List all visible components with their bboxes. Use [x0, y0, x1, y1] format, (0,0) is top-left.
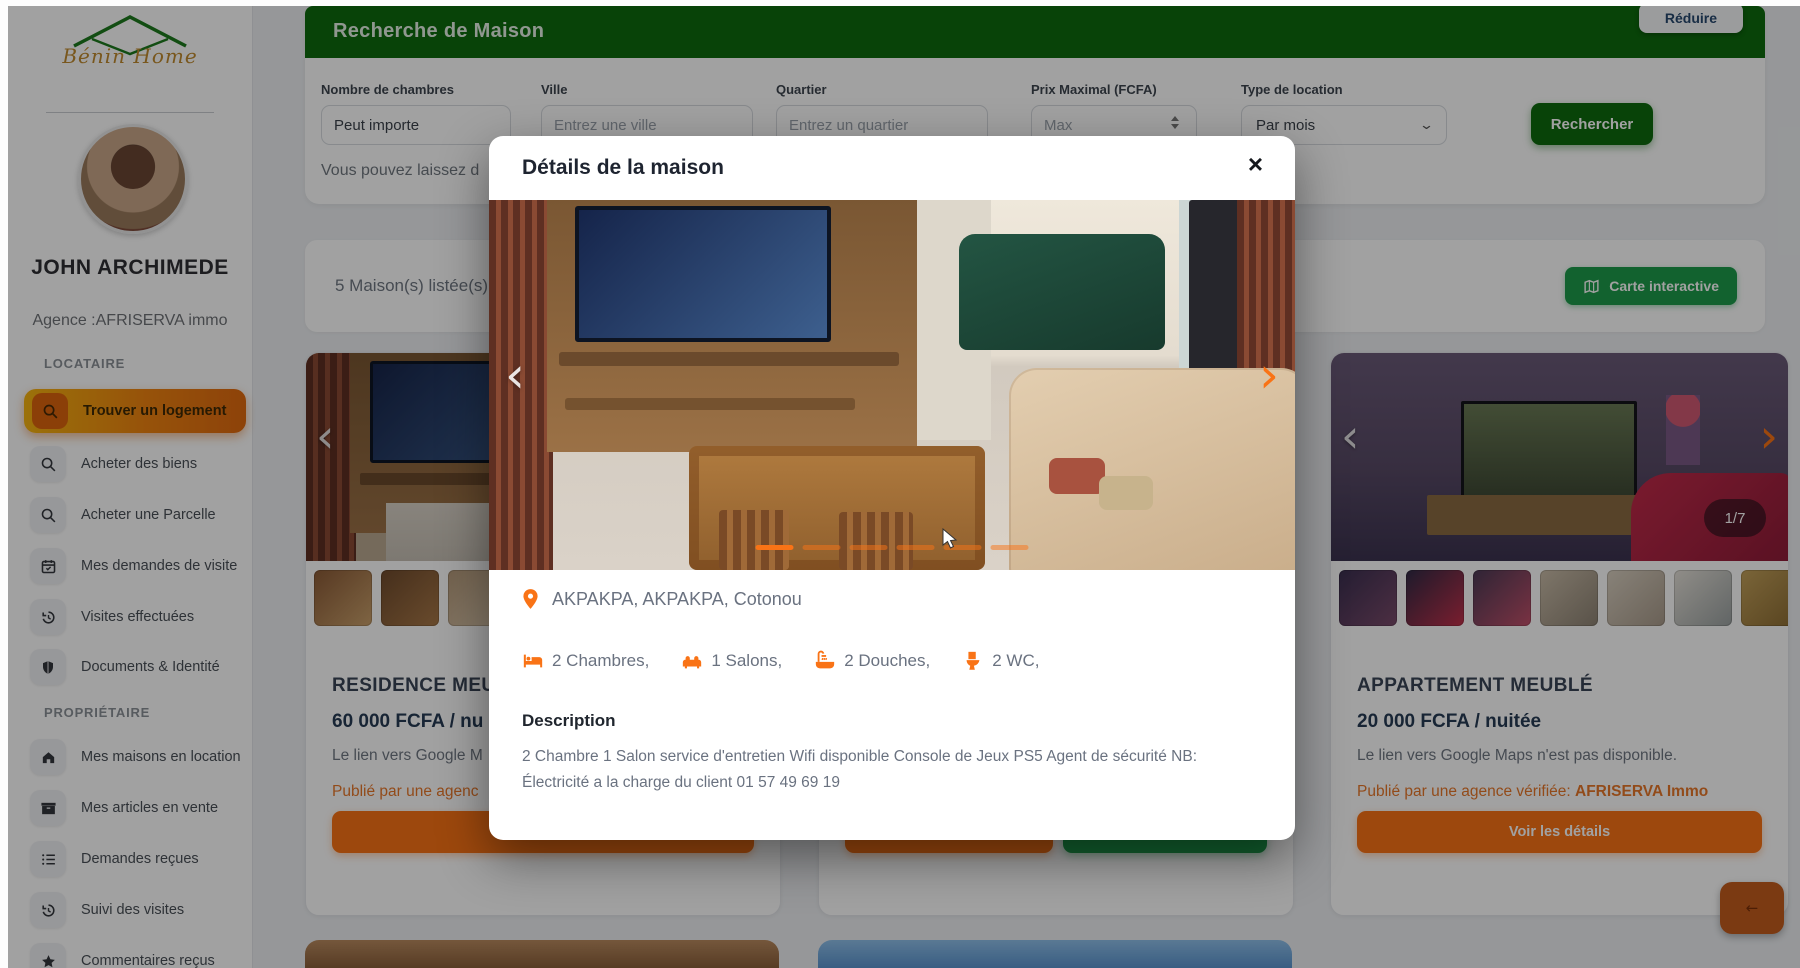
carousel-dash[interactable] [897, 545, 935, 550]
photo-green-sofa [959, 234, 1165, 350]
feature-label: 2 Chambres, [552, 651, 649, 671]
house-details-modal: Détails de la maison × ‹ › [489, 136, 1295, 840]
bath-icon [814, 650, 836, 672]
photo-chair [719, 510, 789, 570]
photo-pillow [1099, 476, 1153, 510]
carousel-dash[interactable] [803, 545, 841, 550]
carousel-indicator [756, 545, 1029, 550]
carousel-dash-active[interactable] [756, 545, 794, 550]
sofa-icon [681, 650, 703, 672]
location-text: AKPAKPA, AKPAKPA, Cotonou [552, 589, 802, 610]
mouse-cursor [941, 528, 959, 550]
photo-tv [575, 206, 831, 342]
feature-wc: 2 WC, [962, 650, 1039, 672]
location-row: AKPAKPA, AKPAKPA, Cotonou [522, 588, 802, 610]
feature-showers: 2 Douches, [814, 650, 930, 672]
modal-title: Détails de la maison [522, 156, 724, 180]
modal-photo-carousel: ‹ › [489, 200, 1295, 570]
toilet-icon [962, 650, 984, 672]
feature-label: 1 Salons, [711, 651, 782, 671]
photo-pillow [1049, 458, 1105, 494]
carousel-dash[interactable] [991, 545, 1029, 550]
description-title: Description [522, 711, 616, 731]
description-text: 2 Chambre 1 Salon service d'entretien Wi… [522, 744, 1222, 796]
feature-label: 2 WC, [992, 651, 1039, 671]
feature-bedrooms: 2 Chambres, [522, 650, 649, 672]
photo-shelf [559, 352, 899, 366]
window-edge-left [0, 0, 8, 968]
carousel-next-icon[interactable]: › [1259, 350, 1279, 400]
photo-chair [839, 512, 913, 570]
features-row: 2 Chambres, 1 Salons, 2 Douches, 2 WC, [522, 650, 1061, 672]
carousel-dash[interactable] [850, 545, 888, 550]
bed-icon [522, 650, 544, 672]
feature-label: 2 Douches, [844, 651, 930, 671]
app-window: Bénin Home JOHN ARCHIMEDE Agence :AFRISE… [0, 0, 1800, 968]
carousel-prev-icon[interactable]: ‹ [505, 350, 525, 400]
feature-livingrooms: 1 Salons, [681, 650, 782, 672]
close-icon[interactable]: × [1242, 150, 1269, 178]
location-pin-icon [522, 588, 539, 610]
photo-shelf-2 [565, 398, 855, 410]
